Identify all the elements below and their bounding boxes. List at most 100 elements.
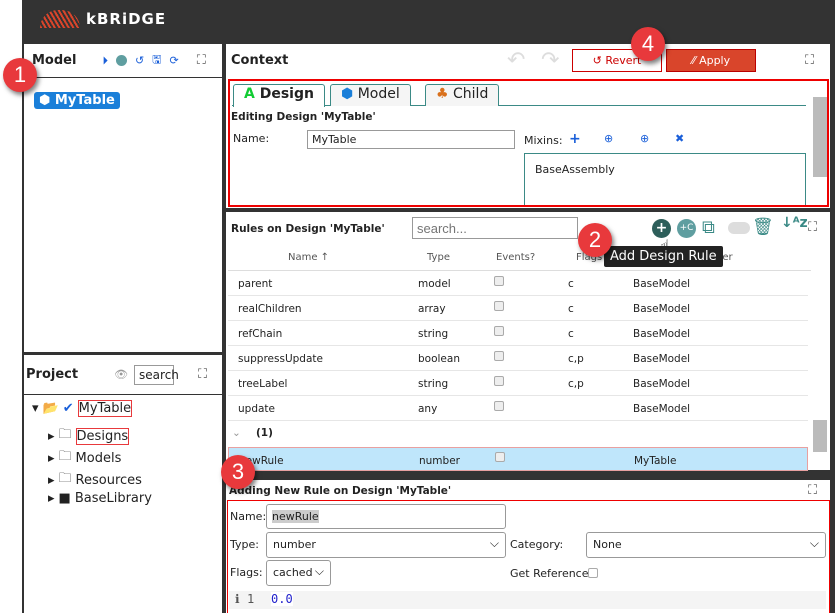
tree-item-baselibrary[interactable]: ▸ ■ BaseLibrary xyxy=(48,491,152,506)
cell-owner: BaseModel xyxy=(633,303,691,315)
expand-icon[interactable]: ⛶ xyxy=(197,53,206,68)
cell-type: string xyxy=(418,378,449,390)
events-checkbox[interactable] xyxy=(494,326,504,336)
cube-icon: ⬢ xyxy=(341,86,354,102)
table-row[interactable]: realChildren array c BaseModel xyxy=(228,296,808,321)
rules-search-input[interactable] xyxy=(412,217,578,239)
tree-label: Resources xyxy=(75,472,142,488)
events-checkbox[interactable] xyxy=(494,351,504,361)
caret-right-icon: ▸ xyxy=(48,491,55,506)
sort-az-icon[interactable]: ↓ᴬz xyxy=(781,215,808,231)
move-down-icon[interactable]: ⊕ xyxy=(604,132,613,145)
flags-select[interactable]: cached ⌵ xyxy=(266,560,331,586)
model-tree-item[interactable]: ⬢ MyTable xyxy=(34,92,120,109)
caret-right-icon: ▸ xyxy=(48,428,55,444)
table-row[interactable]: suppressUpdate boolean c,p BaseModel xyxy=(228,346,808,371)
cell-flags: c,p xyxy=(568,378,584,390)
table-row[interactable]: update any BaseModel xyxy=(228,396,808,421)
mixin-item[interactable]: BaseAssembly xyxy=(535,163,615,176)
tab-label: Child xyxy=(453,86,489,102)
scrollbar[interactable] xyxy=(813,420,827,452)
column-header-name[interactable]: Name ↑ xyxy=(288,252,329,263)
events-checkbox[interactable] xyxy=(494,276,504,286)
cell-flags: c xyxy=(568,278,574,290)
status-dot-icon xyxy=(115,55,127,66)
play-icon[interactable]: ⏵ xyxy=(102,54,108,68)
add-mixin-icon[interactable]: + xyxy=(569,131,581,147)
tab-design[interactable]: A Design xyxy=(233,84,325,107)
rules-title: Rules on Design 'MyTable' xyxy=(231,223,385,235)
cell-owner: BaseModel xyxy=(633,353,691,365)
hand-cursor-icon: ☝ xyxy=(660,236,670,255)
new-rule-title: Adding New Rule on Design 'MyTable' xyxy=(229,485,452,497)
column-header-events[interactable]: Events? xyxy=(496,252,535,263)
cell-name: update xyxy=(238,403,275,415)
type-label: Type: xyxy=(230,538,259,551)
expand-icon[interactable]: ⛶ xyxy=(805,53,814,68)
expand-icon[interactable]: ⛶ xyxy=(198,367,207,382)
trash-icon[interactable]: 🗑 xyxy=(752,217,774,237)
project-panel-title: Project xyxy=(26,367,79,382)
scrollbar[interactable] xyxy=(813,97,827,177)
code-text[interactable]: 0.0 xyxy=(271,592,293,606)
tab-model[interactable]: ⬢ Model xyxy=(330,84,411,106)
cell-name: parent xyxy=(238,278,273,290)
table-row-selected[interactable]: newRule number MyTable xyxy=(228,447,808,471)
events-checkbox[interactable] xyxy=(494,401,504,411)
add-child-rule-icon[interactable]: +C xyxy=(677,219,696,238)
cell-type: any xyxy=(418,403,438,415)
save-icon[interactable]: 🖫 xyxy=(152,51,161,70)
events-checkbox[interactable] xyxy=(495,452,505,462)
undo-icon[interactable]: ↶ xyxy=(507,48,525,73)
eye-off-icon[interactable]: 👁 xyxy=(114,368,128,381)
cell-type: array xyxy=(418,303,446,315)
mixins-list[interactable]: BaseAssembly xyxy=(524,153,806,205)
tab-child[interactable]: ♣ Child xyxy=(425,84,500,106)
undo-history-icon[interactable]: ↺ xyxy=(135,54,144,67)
category-select[interactable]: None ⌵ xyxy=(586,532,826,558)
category-label: Category: xyxy=(510,538,564,551)
cell-flags: c xyxy=(568,328,574,340)
type-select[interactable]: number ⌵ xyxy=(266,532,506,558)
chevron-down-icon: ⌄ xyxy=(232,427,241,439)
refresh-icon[interactable]: ⟳ xyxy=(170,54,179,67)
remove-mixin-icon[interactable]: ✖ xyxy=(675,132,684,145)
copy-icon[interactable]: ⧉ xyxy=(702,217,715,238)
group-row[interactable]: ⌄ (1) xyxy=(228,420,808,445)
expand-icon[interactable]: ⛶ xyxy=(808,483,817,498)
design-name-input[interactable]: MyTable xyxy=(307,130,515,149)
expand-icon[interactable]: ⛶ xyxy=(808,220,817,235)
get-reference-checkbox[interactable] xyxy=(588,568,598,578)
column-header-type[interactable]: Type xyxy=(427,252,450,263)
caret-right-icon: ▸ xyxy=(48,472,55,488)
revert-icon: ↺ xyxy=(592,54,602,67)
table-row[interactable]: treeLabel string c,p BaseModel xyxy=(228,371,808,396)
tree-item-resources[interactable]: ▸ 🗀 Resources xyxy=(48,469,142,491)
tree-item-mytable[interactable]: ▾ 📂 ✔ MyTable xyxy=(32,400,133,417)
table-row[interactable]: refChain string c BaseModel xyxy=(228,321,808,346)
tab-label: Model xyxy=(357,86,400,102)
caret-down-icon: ▾ xyxy=(32,401,39,416)
group-label: (1) xyxy=(256,427,273,439)
project-search-input[interactable]: search xyxy=(134,364,179,385)
caret-right-icon: ▸ xyxy=(48,450,55,466)
toggle-switch[interactable] xyxy=(728,222,750,234)
chevron-down-icon: ⌵ xyxy=(314,564,324,578)
cell-owner: BaseModel xyxy=(633,403,691,415)
events-checkbox[interactable] xyxy=(494,301,504,311)
code-editor[interactable]: ℹ 1 0.0 xyxy=(229,591,826,609)
rule-name-input[interactable]: newRule xyxy=(266,504,506,529)
table-row[interactable]: parent model c BaseModel xyxy=(228,271,808,296)
move-up-icon[interactable]: ⊕ xyxy=(640,132,649,145)
events-checkbox[interactable] xyxy=(494,376,504,386)
redo-icon[interactable]: ↷ xyxy=(541,48,559,73)
apply-button[interactable]: ⁄⁄ Apply xyxy=(666,49,756,72)
line-number: 1 xyxy=(247,592,255,606)
cell-type: model xyxy=(418,278,451,290)
tree-item-models[interactable]: ▸ 🗀 Models xyxy=(48,447,121,469)
folder-icon: 🗀 xyxy=(58,471,72,486)
name-label: Name: xyxy=(230,510,267,523)
chevron-down-icon: ⌵ xyxy=(489,536,499,550)
tab-label: Design xyxy=(259,86,314,102)
tree-item-designs[interactable]: ▸ 🗀 Designs xyxy=(48,425,130,447)
